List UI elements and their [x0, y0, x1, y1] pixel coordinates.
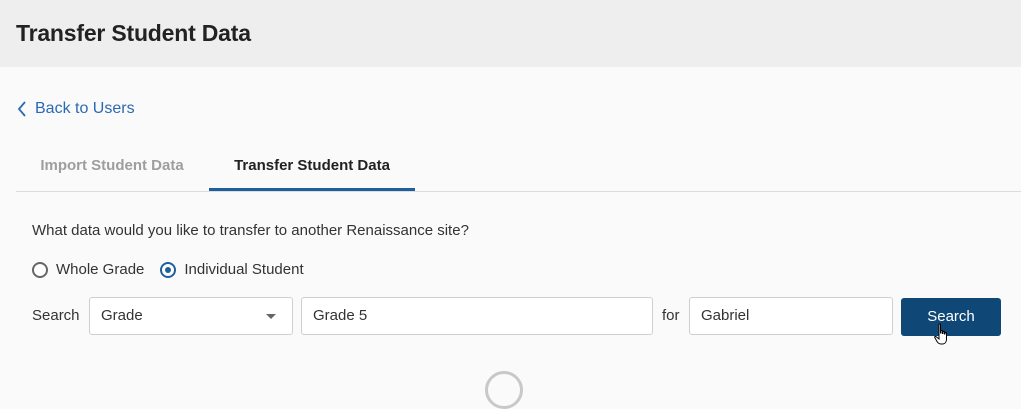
search-label: Search	[32, 307, 80, 324]
grade-input-value: Grade 5	[313, 307, 368, 324]
for-label: for	[662, 307, 680, 324]
tab-bar: Import Student Data Transfer Student Dat…	[16, 146, 1021, 192]
search-by-select[interactable]: Grade	[89, 297, 293, 335]
tab-import-student-data[interactable]: Import Student Data	[16, 146, 208, 190]
radio-individual-student[interactable]: Individual Student	[160, 261, 304, 278]
radio-individual-student-label: Individual Student	[184, 261, 304, 278]
back-to-users-link[interactable]: Back to Users	[17, 100, 135, 118]
grade-input[interactable]: Grade 5	[301, 297, 653, 335]
page-title: Transfer Student Data	[16, 20, 251, 46]
student-name-input[interactable]: Gabriel	[689, 297, 893, 335]
page-header: Transfer Student Data	[0, 0, 1021, 67]
hand-pointer-cursor-icon	[934, 323, 947, 345]
search-by-select-value: Grade	[101, 307, 143, 324]
transfer-question: What data would you like to transfer to …	[32, 222, 469, 239]
student-name-input-value: Gabriel	[701, 307, 750, 324]
radio-unchecked-icon	[32, 261, 48, 278]
radio-whole-grade-label: Whole Grade	[56, 261, 145, 278]
chevron-left-icon	[17, 101, 26, 117]
caret-down-icon	[266, 314, 276, 319]
radio-whole-grade[interactable]: Whole Grade	[32, 261, 144, 278]
radio-checked-icon	[160, 261, 177, 278]
tab-transfer-student-data[interactable]: Transfer Student Data	[209, 146, 415, 191]
transfer-type-radio-group: Whole Grade Individual Student	[32, 261, 320, 278]
back-link-label: Back to Users	[35, 100, 135, 117]
